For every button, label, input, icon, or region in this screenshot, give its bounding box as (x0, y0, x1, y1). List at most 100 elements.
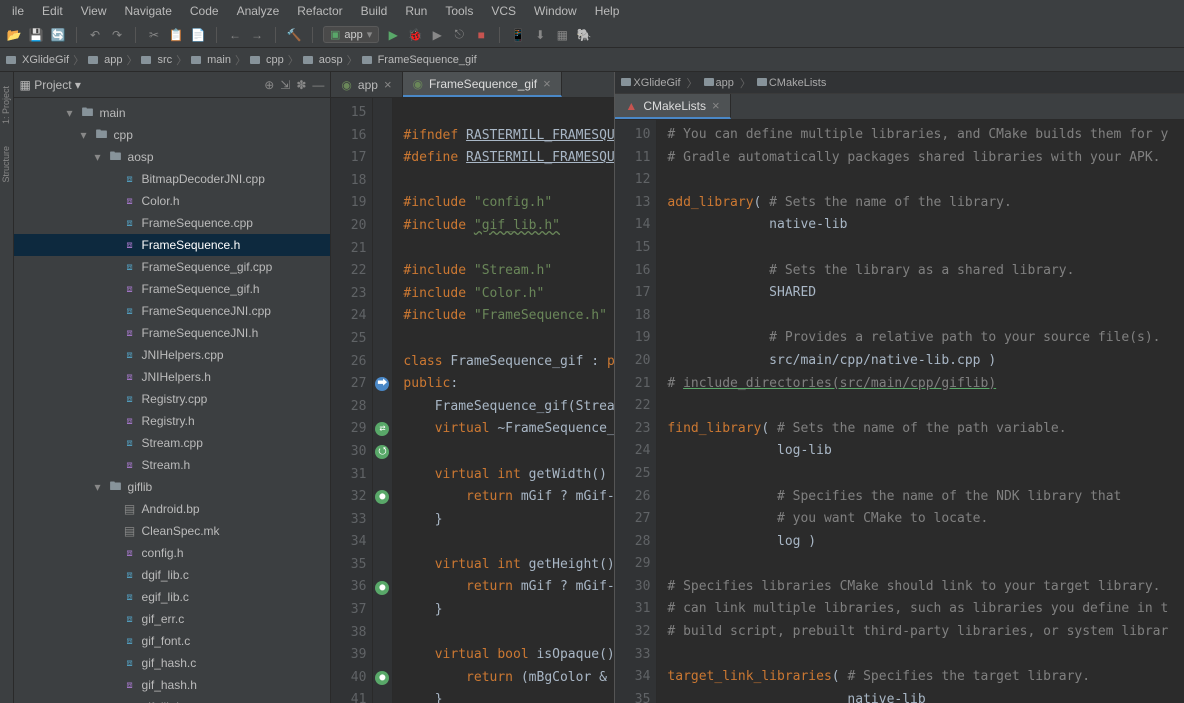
close-icon[interactable]: × (543, 76, 551, 91)
rcrumb-CMakeLists[interactable]: CMakeLists (757, 77, 826, 89)
tree-item-Android.bp[interactable]: ▤Android.bp (14, 498, 331, 520)
run-config-selector[interactable]: ▣app▾ (323, 26, 379, 43)
editor-pane-left: ◉app×◉FrameSequence_gif× 15 16 17 18 19 … (331, 72, 615, 703)
copy-icon[interactable]: 📋 (168, 27, 184, 43)
tree-item-FrameSequence.cpp[interactable]: ⧈FrameSequence.cpp (14, 212, 331, 234)
tree-item-config.h[interactable]: ⧈config.h (14, 542, 331, 564)
tree-item-JNIHelpers.h[interactable]: ⧈JNIHelpers.h (14, 366, 331, 388)
tree-item-CleanSpec.mk[interactable]: ▤CleanSpec.mk (14, 520, 331, 542)
cut-icon[interactable]: ✂ (146, 27, 162, 43)
tree-item-BitmapDecoderJNI.cpp[interactable]: ⧈BitmapDecoderJNI.cpp (14, 168, 331, 190)
left-toolwindow-bar: 1: Project Structure (0, 72, 14, 703)
menu-ile[interactable]: ile (6, 2, 30, 20)
tree-item-gif_lib.h[interactable]: ⧈gif_lib.h (14, 696, 331, 703)
crumb-XGlideGif[interactable]: XGlideGif (6, 54, 69, 66)
tree-item-giflib[interactable]: ▾🖿giflib (14, 476, 331, 498)
tree-item-dgif_lib.c[interactable]: ⧈dgif_lib.c (14, 564, 331, 586)
left-code[interactable]: #ifndef RASTERMILL_FRAMESQUEN #define RA… (393, 98, 614, 703)
left-markers: ⮕⇄⭯●●● (373, 98, 393, 703)
menu-help[interactable]: Help (589, 2, 626, 20)
run-icon[interactable]: ▶ (385, 27, 401, 43)
sidebar-tab-structure[interactable]: Structure (0, 140, 12, 189)
tree-item-Color.h[interactable]: ⧈Color.h (14, 190, 331, 212)
tab-app[interactable]: ◉app× (331, 72, 402, 97)
tree-item-Registry.h[interactable]: ⧈Registry.h (14, 410, 331, 432)
project-view-selector[interactable]: ▦ Project ▾ (20, 78, 81, 92)
tree-item-Stream.cpp[interactable]: ⧈Stream.cpp (14, 432, 331, 454)
crumb-FrameSequence_gif[interactable]: FrameSequence_gif (362, 54, 477, 66)
open-icon[interactable]: 📂 (6, 27, 22, 43)
tree-item-cpp[interactable]: ▾🖿cpp (14, 124, 331, 146)
tree-item-FrameSequence.h[interactable]: ⧈FrameSequence.h (14, 234, 331, 256)
tree-item-Registry.cpp[interactable]: ⧈Registry.cpp (14, 388, 331, 410)
editor-tabs-right: ▲CMakeLists× (615, 94, 1184, 120)
avd-icon[interactable]: 📱 (510, 27, 526, 43)
settings-icon[interactable]: ✽ (296, 78, 306, 92)
tab-cmakelists[interactable]: ▲CMakeLists× (615, 94, 730, 119)
project-panel: ▦ Project ▾ ⊕ ⇲ ✽ — ▾🖿main▾🖿cpp▾🖿aosp⧈Bi… (14, 72, 332, 703)
rcrumb-XGlideGif[interactable]: XGlideGif (621, 77, 680, 89)
layout-icon[interactable]: ▦ (554, 27, 570, 43)
tree-item-Stream.h[interactable]: ⧈Stream.h (14, 454, 331, 476)
crumb-src[interactable]: src (141, 54, 172, 66)
menu-code[interactable]: Code (184, 2, 225, 20)
tree-item-gif_font.c[interactable]: ⧈gif_font.c (14, 630, 331, 652)
right-code[interactable]: # You can define multiple libraries, and… (657, 120, 1184, 703)
crumb-aosp[interactable]: aosp (303, 54, 343, 66)
back-icon[interactable]: ← (227, 27, 243, 43)
left-gutter: 15 16 17 18 19 20 21 22 23 24 25 26 27 2… (331, 98, 373, 703)
profile-icon[interactable]: ▶ (429, 27, 445, 43)
menu-window[interactable]: Window (528, 2, 583, 20)
close-icon[interactable]: × (384, 77, 392, 92)
nav-breadcrumb: XGlideGif〉app〉src〉main〉cpp〉aosp〉FrameSeq… (0, 48, 1184, 72)
tree-item-gif_err.c[interactable]: ⧈gif_err.c (14, 608, 331, 630)
menu-view[interactable]: View (75, 2, 113, 20)
editor-tabs-left: ◉app×◉FrameSequence_gif× (331, 72, 614, 98)
tree-item-main[interactable]: ▾🖿main (14, 102, 331, 124)
menu-analyze[interactable]: Analyze (231, 2, 286, 20)
menu-refactor[interactable]: Refactor (291, 2, 348, 20)
stop-icon[interactable]: ■ (473, 27, 489, 43)
main-toolbar: 📂 💾 🔄 ↶ ↷ ✂ 📋 📄 ← → 🔨 ▣app▾ ▶ 🐞 ▶ ⎋ ■ 📱 … (0, 22, 1184, 48)
crumb-app[interactable]: app (88, 54, 122, 66)
collapse-all-icon[interactable]: ⇲ (280, 78, 290, 92)
tree-item-FrameSequenceJNI.h[interactable]: ⧈FrameSequenceJNI.h (14, 322, 331, 344)
sync-icon[interactable]: 🔄 (50, 27, 66, 43)
save-icon[interactable]: 💾 (28, 27, 44, 43)
tree-item-egif_lib.c[interactable]: ⧈egif_lib.c (14, 586, 331, 608)
menu-bar: ile Edit View Navigate Code Analyze Refactor Bu… (0, 0, 1184, 22)
project-tree[interactable]: ▾🖿main▾🖿cpp▾🖿aosp⧈BitmapDecoderJNI.cpp⧈C… (14, 98, 331, 703)
debug-icon[interactable]: 🐞 (407, 27, 423, 43)
menu-vcs[interactable]: VCS (485, 2, 522, 20)
crumb-cpp[interactable]: cpp (250, 54, 284, 66)
scroll-from-source-icon[interactable]: ⊕ (264, 78, 274, 92)
crumb-main[interactable]: main (191, 54, 231, 66)
hide-icon[interactable]: — (312, 78, 324, 92)
undo-icon[interactable]: ↶ (87, 27, 103, 43)
redo-icon[interactable]: ↷ (109, 27, 125, 43)
editor-pane-right: XGlideGif〉app〉CMakeLists ▲CMakeLists× 10… (615, 72, 1184, 703)
close-icon[interactable]: × (712, 98, 720, 113)
tree-item-gif_hash.c[interactable]: ⧈gif_hash.c (14, 652, 331, 674)
attach-icon[interactable]: ⎋ (451, 27, 467, 43)
tree-item-JNIHelpers.cpp[interactable]: ⧈JNIHelpers.cpp (14, 344, 331, 366)
forward-icon[interactable]: → (249, 27, 265, 43)
tree-item-gif_hash.h[interactable]: ⧈gif_hash.h (14, 674, 331, 696)
menu-run[interactable]: Run (399, 2, 433, 20)
right-breadcrumb: XGlideGif〉app〉CMakeLists (615, 72, 1184, 94)
rcrumb-app[interactable]: app (704, 77, 734, 89)
tree-item-FrameSequence_gif.cpp[interactable]: ⧈FrameSequence_gif.cpp (14, 256, 331, 278)
gradle-icon[interactable]: 🐘 (576, 27, 592, 43)
menu-navigate[interactable]: Navigate (119, 2, 178, 20)
menu-build[interactable]: Build (355, 2, 394, 20)
menu-tools[interactable]: Tools (439, 2, 479, 20)
tree-item-FrameSequenceJNI.cpp[interactable]: ⧈FrameSequenceJNI.cpp (14, 300, 331, 322)
build-icon[interactable]: 🔨 (286, 27, 302, 43)
tree-item-FrameSequence_gif.h[interactable]: ⧈FrameSequence_gif.h (14, 278, 331, 300)
tab-FrameSequence_gif[interactable]: ◉FrameSequence_gif× (403, 72, 562, 97)
sidebar-tab-project[interactable]: 1: Project (0, 80, 12, 130)
tree-item-aosp[interactable]: ▾🖿aosp (14, 146, 331, 168)
sdk-icon[interactable]: ⬇ (532, 27, 548, 43)
paste-icon[interactable]: 📄 (190, 27, 206, 43)
menu-edit[interactable]: Edit (36, 2, 69, 20)
